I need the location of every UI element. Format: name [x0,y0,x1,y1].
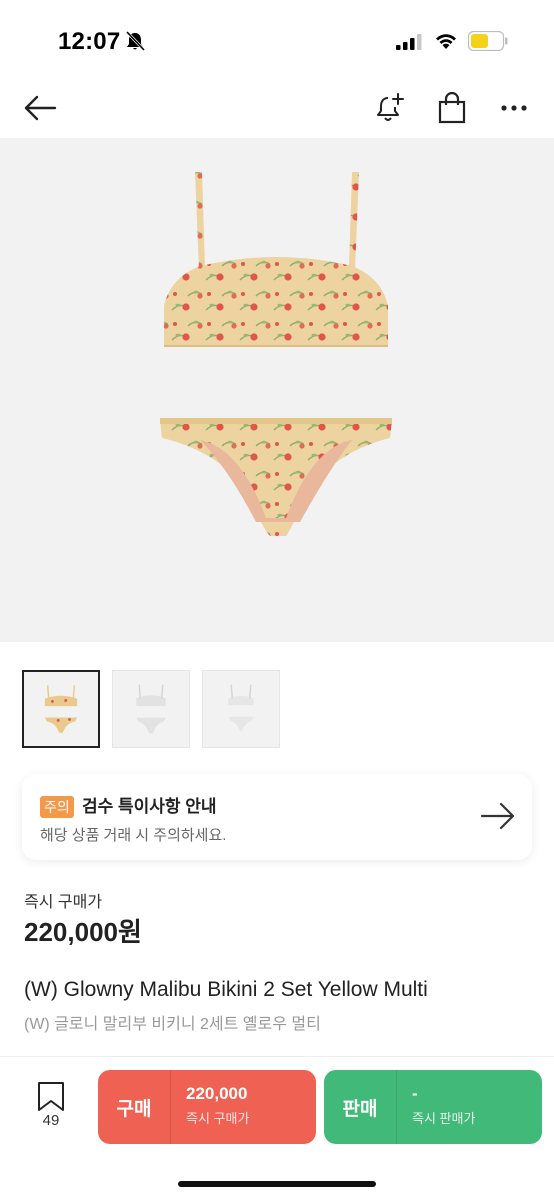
back-button[interactable] [18,86,62,130]
alert-subscribe-button[interactable] [368,86,412,130]
notice-badge: 주의 [40,796,74,818]
status-bar: 12:07 [0,0,554,80]
arrow-right-icon [480,802,515,830]
thumbnail-white-image [136,684,166,734]
sell-label: 판매 [342,1098,378,1120]
product-image[interactable] [0,138,554,642]
thumbnail-1[interactable] [22,670,100,748]
battery-icon [468,31,508,51]
shopping-bag-icon [438,92,466,124]
more-icon [501,105,527,111]
divider [0,1056,554,1057]
inspection-notice-card[interactable]: 주의 검수 특이사항 안내 해당 상품 거래 시 주의하세요. [22,774,532,860]
more-button[interactable] [492,86,536,130]
thumbnail-2[interactable] [112,670,190,748]
bikini-illustration [160,172,392,536]
home-indicator [178,1181,376,1187]
sell-button[interactable]: 판매 - 즉시 판매가 [324,1070,542,1144]
thumbnail-white-alt-image [228,684,254,732]
notice-subtitle: 해당 상품 거래 시 주의하세요. [40,827,227,844]
top-nav [0,80,554,136]
wifi-icon [436,34,456,49]
buy-separator [170,1070,171,1144]
bell-plus-icon [377,93,404,121]
buy-sublabel: 즉시 구매가 [186,1111,250,1126]
notice-title: 검수 특이사항 안내 [82,797,217,816]
signal-icon [396,34,422,50]
buy-label: 구매 [116,1098,152,1120]
sell-separator [396,1070,397,1144]
thumbnail-3[interactable] [202,670,280,748]
price-value: 220,000원 [24,917,142,947]
product-name-english: (W) Glowny Malibu Bikini 2 Set Yellow Mu… [24,978,428,1001]
back-arrow-icon [24,95,57,121]
status-time: 12:07 [58,28,121,55]
buy-price: 220,000 [186,1084,248,1103]
price-label: 즉시 구매가 [24,894,103,911]
product-name-korean: (W) 글로니 말리부 비키니 2세트 옐로우 멀티 [24,1016,321,1033]
bookmark-count: 49 [42,1112,60,1129]
shopping-bag-button[interactable] [430,86,474,130]
sell-price: - [412,1084,418,1103]
buy-button[interactable]: 구매 220,000 즉시 구매가 [98,1070,316,1144]
bell-off-icon [125,30,146,52]
sell-sublabel: 즉시 판매가 [412,1111,476,1126]
thumbnail-yellow-image [44,685,78,733]
